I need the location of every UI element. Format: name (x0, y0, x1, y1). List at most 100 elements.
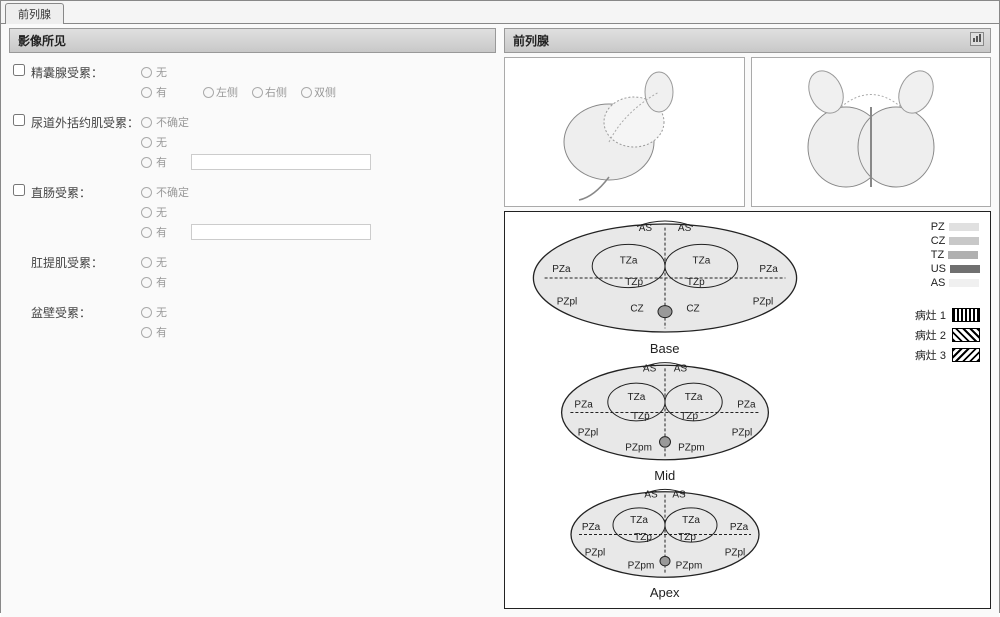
svg-text:PZpl: PZpl (752, 296, 773, 307)
svg-text:PZpl: PZpl (724, 547, 745, 558)
main-window: 前列腺 影像所见 精囊腺受累：无有左侧右侧双侧尿道外括约肌受累：不确定无有直肠受… (0, 0, 1000, 613)
svg-text:TZa: TZa (627, 392, 645, 403)
lesion-swatch (952, 308, 980, 322)
svg-text:TZp: TZp (625, 277, 643, 288)
tab-prostate[interactable]: 前列腺 (5, 3, 64, 24)
radio[interactable] (141, 87, 152, 98)
svg-text:TZp: TZp (680, 411, 698, 422)
svg-text:PZa: PZa (737, 399, 756, 410)
row-label: 精囊腺受累： (31, 63, 141, 81)
svg-text:PZpm: PZpm (675, 561, 702, 572)
svg-text:TZp: TZp (632, 411, 650, 422)
svg-text:PZpl: PZpl (556, 296, 577, 307)
zone-diagram: PZCZTZUSAS 病灶 1病灶 2病灶 3 ASASTZaTZaTZpTZp… (504, 211, 991, 609)
row-label: 盆壁受累： (31, 303, 141, 321)
slice-label: Apex (650, 585, 680, 600)
svg-text:TZp: TZp (678, 532, 696, 543)
svg-text:PZpl: PZpl (577, 428, 598, 439)
option-label: 无 (156, 254, 167, 270)
right-panel: 前列腺 (504, 28, 991, 609)
radio[interactable] (141, 157, 152, 168)
radio[interactable] (141, 227, 152, 238)
slice-base[interactable]: ASASTZaTZaTZpTZpPZaPZaPZplPZplCZCZ (525, 218, 805, 338)
radio[interactable] (141, 307, 152, 318)
lesion-label: 病灶 2 (915, 327, 946, 343)
radio[interactable] (141, 187, 152, 198)
row-label: 直肠受累： (31, 183, 141, 201)
diagram-title: 前列腺 (513, 34, 549, 48)
text-input[interactable] (191, 154, 371, 170)
svg-text:TZa: TZa (692, 256, 710, 267)
svg-text:AS: AS (678, 223, 692, 234)
option-label: 有 (156, 274, 167, 290)
lesion-swatch (952, 348, 980, 362)
option-label: 有 (156, 224, 167, 240)
svg-text:TZa: TZa (630, 515, 648, 526)
row-label: 肛提肌受累： (31, 253, 141, 271)
radio[interactable] (141, 137, 152, 148)
diagram-header: 前列腺 (504, 28, 991, 53)
svg-text:AS: AS (643, 364, 657, 375)
option-label: 无 (156, 204, 167, 220)
radio[interactable] (301, 87, 312, 98)
row-checkbox[interactable] (13, 64, 25, 76)
form-row: 尿道外括约肌受累： 不确定无有 (13, 111, 492, 175)
radio[interactable] (252, 87, 263, 98)
svg-text:PZa: PZa (552, 264, 571, 275)
svg-text:TZp: TZp (687, 277, 705, 288)
option-label: 有 (156, 324, 167, 340)
anatomy-coronal[interactable] (751, 57, 992, 207)
option-label: 左侧 (216, 84, 238, 100)
slice-label: Mid (654, 468, 675, 483)
form-row: 肛提肌受累： 无有 (13, 251, 492, 295)
svg-text:AS: AS (673, 364, 687, 375)
form-row: 精囊腺受累：无有左侧右侧双侧 (13, 61, 492, 105)
svg-text:AS: AS (638, 223, 652, 234)
radio[interactable] (141, 207, 152, 218)
anatomy-oblique[interactable] (504, 57, 745, 207)
option-label: 不确定 (156, 114, 189, 130)
radio[interactable] (141, 277, 152, 288)
svg-text:PZpl: PZpl (731, 428, 752, 439)
radio[interactable] (141, 117, 152, 128)
anatomy-images (504, 57, 991, 207)
svg-text:PZpm: PZpm (625, 442, 652, 453)
lesion-legend: 病灶 1病灶 2病灶 3 (915, 307, 980, 367)
row-checkbox[interactable] (13, 184, 25, 196)
option-label: 双侧 (314, 84, 336, 100)
findings-form: 精囊腺受累：无有左侧右侧双侧尿道外括约肌受累：不确定无有直肠受累：不确定无有肛提… (9, 53, 496, 359)
findings-title: 影像所见 (18, 34, 66, 48)
radio[interactable] (141, 327, 152, 338)
svg-text:PZa: PZa (574, 399, 593, 410)
content-area: 影像所见 精囊腺受累：无有左侧右侧双侧尿道外括约肌受累：不确定无有直肠受累：不确… (1, 24, 999, 617)
svg-text:CZ: CZ (630, 304, 643, 315)
radio[interactable] (141, 257, 152, 268)
option-label: 无 (156, 134, 167, 150)
row-label: 尿道外括约肌受累： (31, 113, 141, 131)
slice-apex[interactable]: ASASTZaTZaTZpTZpPZaPZaPZplPZplPZpmPZpm (565, 487, 765, 582)
svg-text:AS: AS (672, 489, 686, 500)
lesion-label: 病灶 1 (915, 307, 946, 323)
svg-text:TZa: TZa (684, 392, 702, 403)
svg-text:CZ: CZ (686, 304, 699, 315)
zone-legend: PZCZTZUSAS (931, 220, 980, 290)
chart-icon[interactable] (970, 32, 984, 46)
left-panel: 影像所见 精囊腺受累：无有左侧右侧双侧尿道外括约肌受累：不确定无有直肠受累：不确… (9, 28, 496, 609)
radio[interactable] (203, 87, 214, 98)
option-label: 无 (156, 304, 167, 320)
option-label: 不确定 (156, 184, 189, 200)
svg-text:PZpl: PZpl (584, 547, 605, 558)
svg-text:PZpm: PZpm (678, 442, 705, 453)
findings-header: 影像所见 (9, 28, 496, 53)
option-label: 右侧 (265, 84, 287, 100)
lesion-swatch (952, 328, 980, 342)
svg-text:TZp: TZp (634, 532, 652, 543)
option-label: 无 (156, 64, 167, 80)
text-input[interactable] (191, 224, 371, 240)
form-row: 盆壁受累： 无有 (13, 301, 492, 345)
row-checkbox[interactable] (13, 114, 25, 126)
radio[interactable] (141, 67, 152, 78)
svg-text:PZa: PZa (730, 522, 749, 533)
slice-mid[interactable]: AS AS TZa TZa TZp TZp PZa PZa PZpl PZpl PZpm PZpm (555, 360, 775, 465)
option-label: 有 (156, 154, 167, 170)
